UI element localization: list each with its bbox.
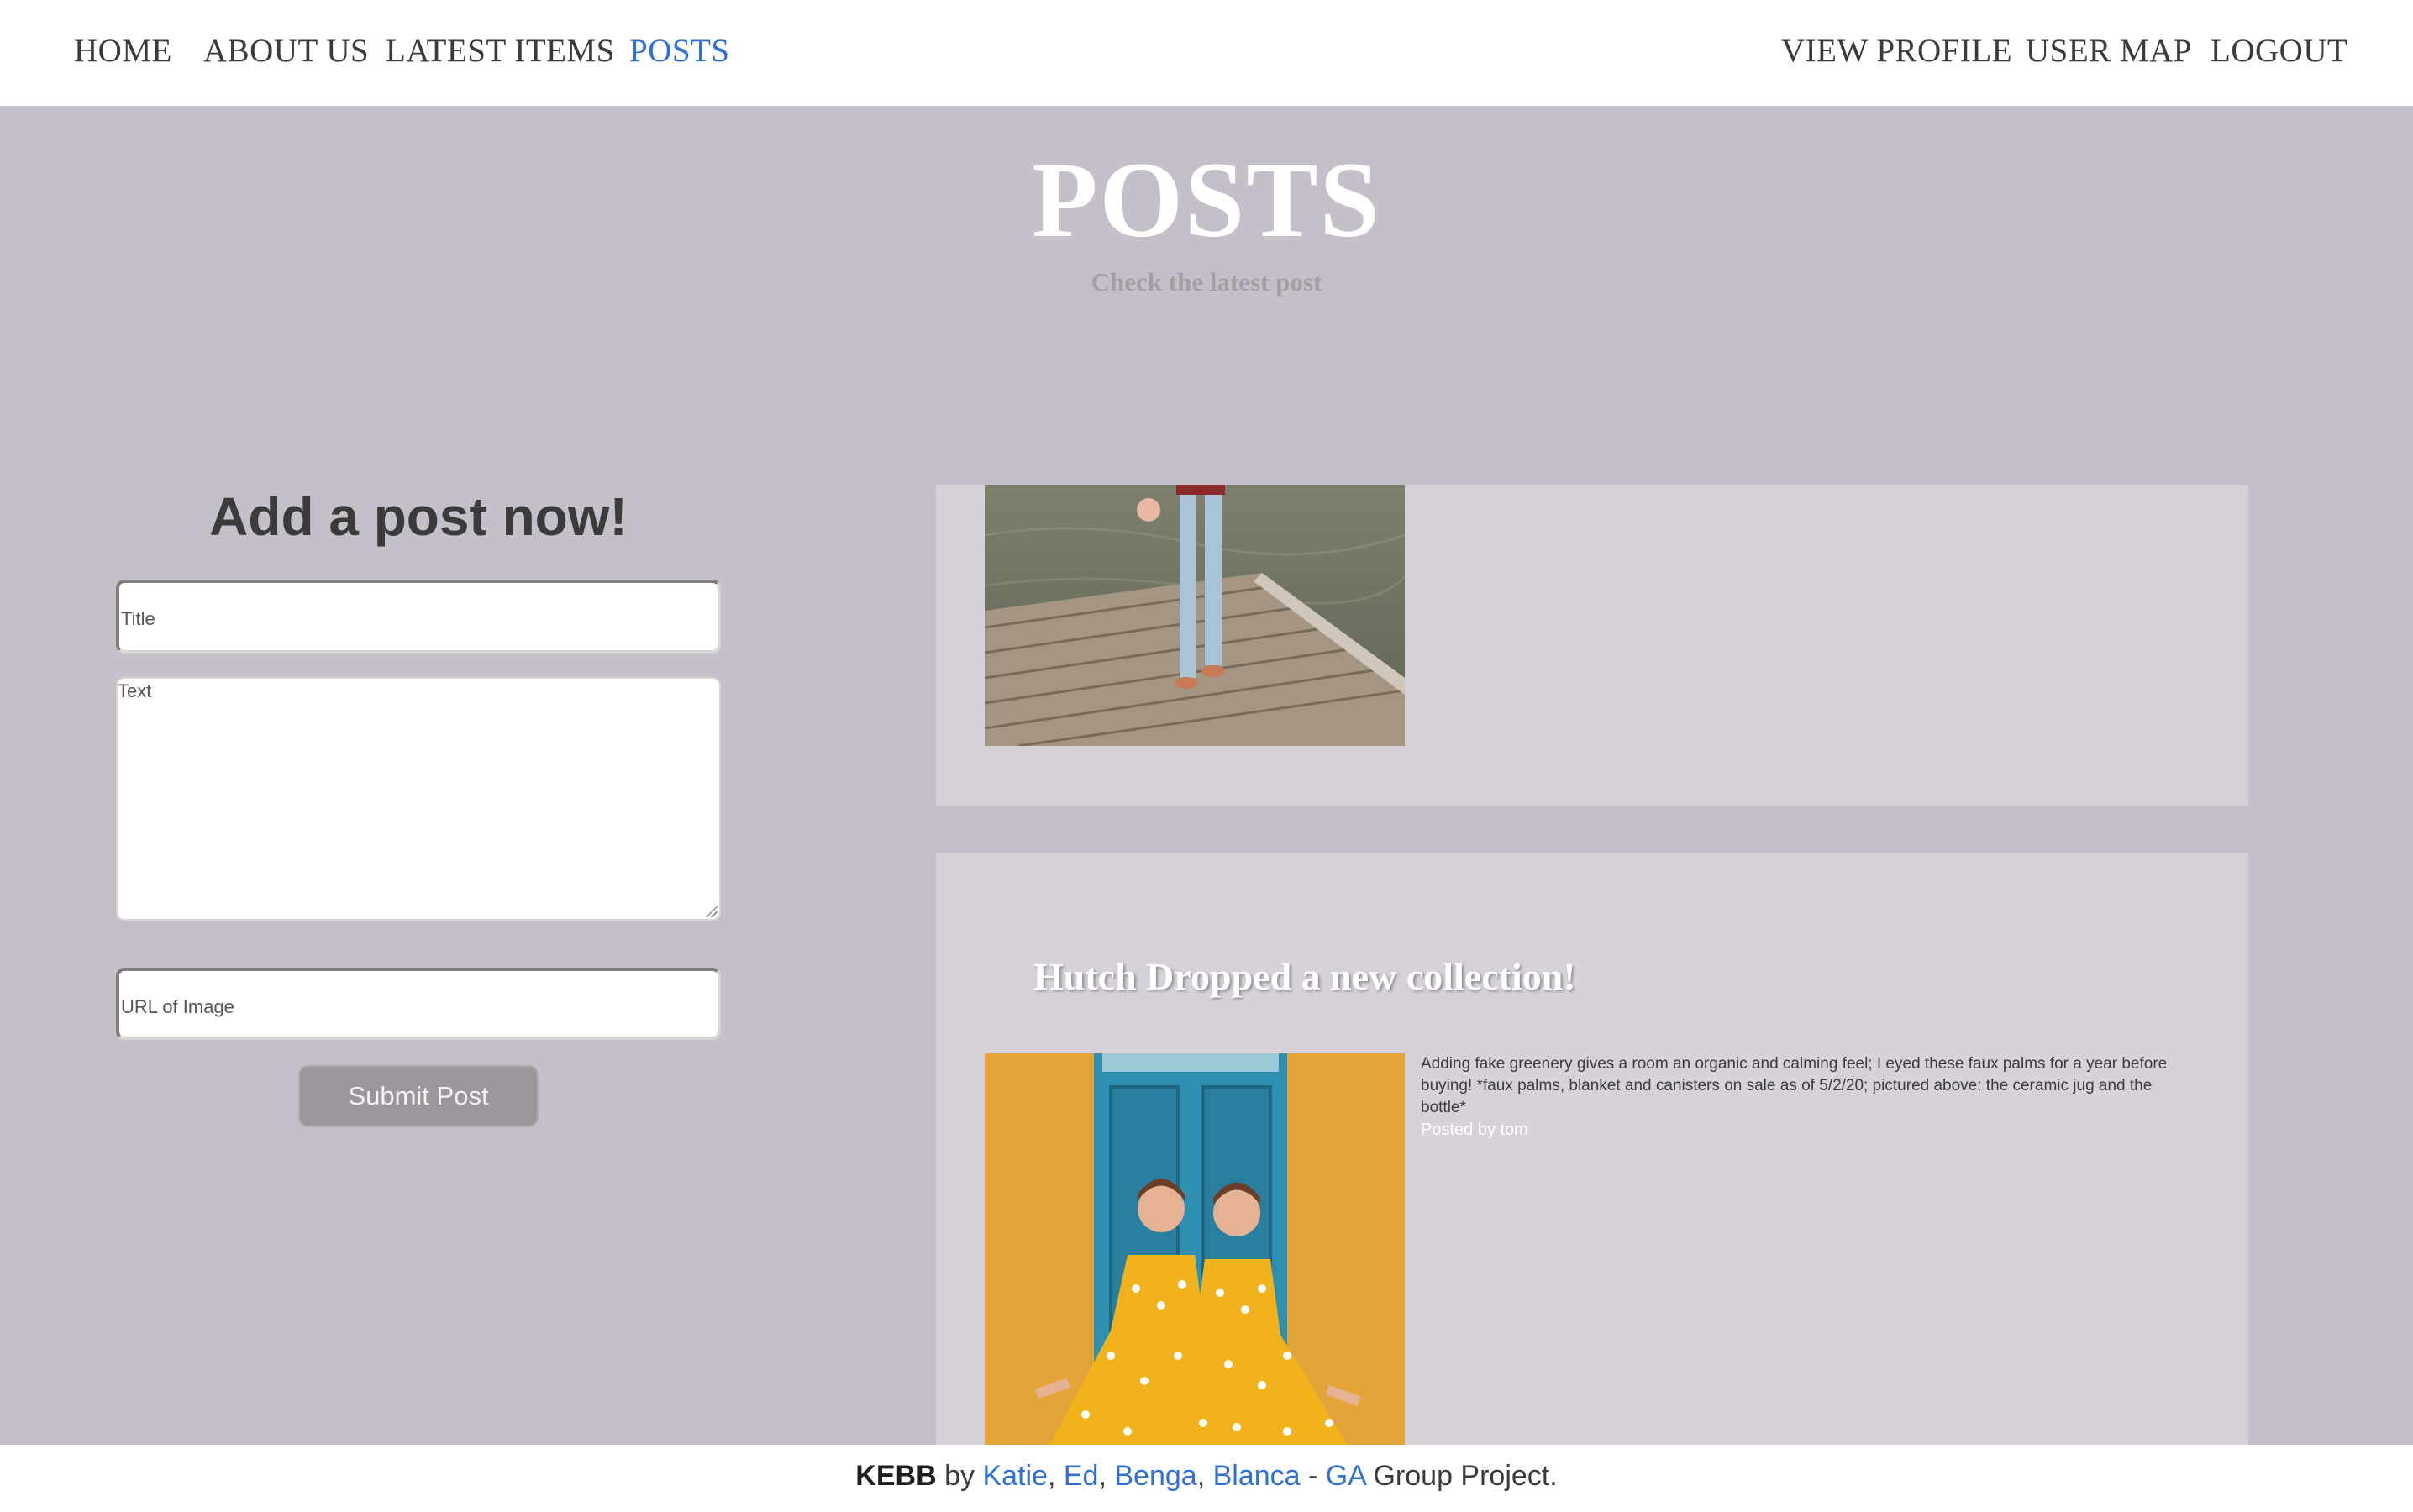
text-textarea[interactable]: Text [116, 677, 721, 921]
title-input[interactable]: Title [116, 580, 721, 654]
footer-link-blanca[interactable]: Blanca [1213, 1460, 1301, 1492]
footer: KEBB by Katie, Ed, Benga, Blanca - GA Gr… [0, 1445, 2413, 1512]
footer-brand: KEBB [855, 1460, 937, 1492]
nav-home[interactable]: HOME [74, 32, 172, 70]
url-placeholder: URL of Image [121, 996, 234, 1017]
nav-latest-items[interactable]: LATEST ITEMS [386, 32, 615, 70]
footer-link-benga[interactable]: Benga [1114, 1460, 1196, 1492]
text-placeholder: Text [118, 680, 152, 701]
post-body: Adding fake greenery gives a room an org… [1421, 1055, 2168, 1116]
footer-by: by [936, 1460, 983, 1492]
footer-link-katie[interactable]: Katie [982, 1460, 1048, 1492]
title-placeholder: Title [121, 608, 155, 629]
post-image [985, 1053, 1405, 1445]
post-author: Posted by tom [1421, 1121, 1528, 1139]
footer-suffix: Group Project. [1365, 1460, 1558, 1492]
nav-posts[interactable]: POSTS [629, 32, 730, 70]
nav-about-us[interactable]: ABOUT US [203, 32, 369, 70]
page-title: POSTS [1032, 140, 1381, 260]
page-subtitle: Check the latest post [1091, 267, 1322, 297]
add-post-heading: Add a post now! [209, 486, 628, 547]
image-url-input[interactable]: URL of Image [116, 968, 721, 1040]
top-nav: HOME ABOUT US LATEST ITEMS POSTS VIEW PR… [0, 0, 2413, 106]
submit-post-button[interactable]: Submit Post [298, 1065, 539, 1127]
footer-link-ga[interactable]: GA [1326, 1460, 1365, 1492]
post-image [985, 485, 1405, 746]
nav-user-map[interactable]: USER MAP [2026, 32, 2192, 70]
nav-logout[interactable]: LOGOUT [2211, 32, 2347, 70]
resize-handle-icon[interactable] [704, 904, 718, 917]
post-card [936, 485, 2248, 806]
nav-view-profile[interactable]: VIEW PROFILE [1781, 32, 2012, 70]
footer-link-ed[interactable]: Ed [1064, 1460, 1099, 1492]
post-title: Hutch Dropped a new collection! [1033, 955, 1576, 998]
footer-dash: - [1300, 1460, 1326, 1492]
post-card: Hutch Dropped a new collection! Adding f… [936, 853, 2248, 1445]
